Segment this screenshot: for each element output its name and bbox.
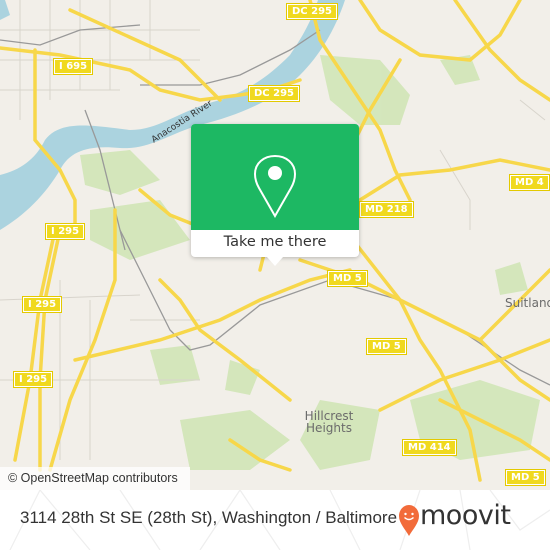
attribution-text: © OpenStreetMap contributors	[8, 471, 178, 485]
road-shield-md5: MD 5	[366, 338, 407, 355]
place-label-suitland: Suitland	[505, 296, 550, 310]
road-shield-dc295-mid: DC 295	[248, 85, 300, 102]
map-canvas[interactable]: Anacostia River I 695 DC 295 DC 295 MD 4…	[0, 0, 550, 490]
take-me-there-button[interactable]: Take me there	[191, 230, 359, 257]
road-shield-md5: MD 5	[505, 469, 546, 486]
road-shield-md218: MD 218	[359, 201, 414, 218]
place-label-line: Heights	[306, 421, 352, 435]
map-pin-icon	[253, 154, 297, 218]
popup-header	[191, 124, 359, 230]
take-me-there-popup[interactable]: Take me there	[191, 124, 359, 266]
road-shield-md5: MD 5	[327, 270, 368, 287]
moovit-pin-icon	[399, 505, 419, 536]
place-label-hillcrest-heights: Hillcrest Heights	[294, 410, 364, 434]
map-attribution[interactable]: © OpenStreetMap contributors	[0, 467, 190, 490]
footer-bar: 3114 28th St SE (28th St), Washington / …	[0, 490, 550, 550]
stop-address: 3114 28th St SE (28th St), Washington / …	[20, 508, 398, 527]
moovit-wordmark: moovit	[420, 500, 511, 531]
road-shield-i295: I 295	[21, 296, 63, 313]
popup-pointer	[267, 257, 283, 266]
road-shield-i295: I 295	[44, 223, 86, 240]
road-shield-md414: MD 414	[402, 439, 457, 456]
road-shield-i695: I 695	[52, 58, 94, 75]
road-shield-i295: I 295	[12, 371, 54, 388]
road-shield-dc295-top: DC 295	[286, 3, 338, 20]
road-shield-md4: MD 4	[509, 174, 550, 191]
